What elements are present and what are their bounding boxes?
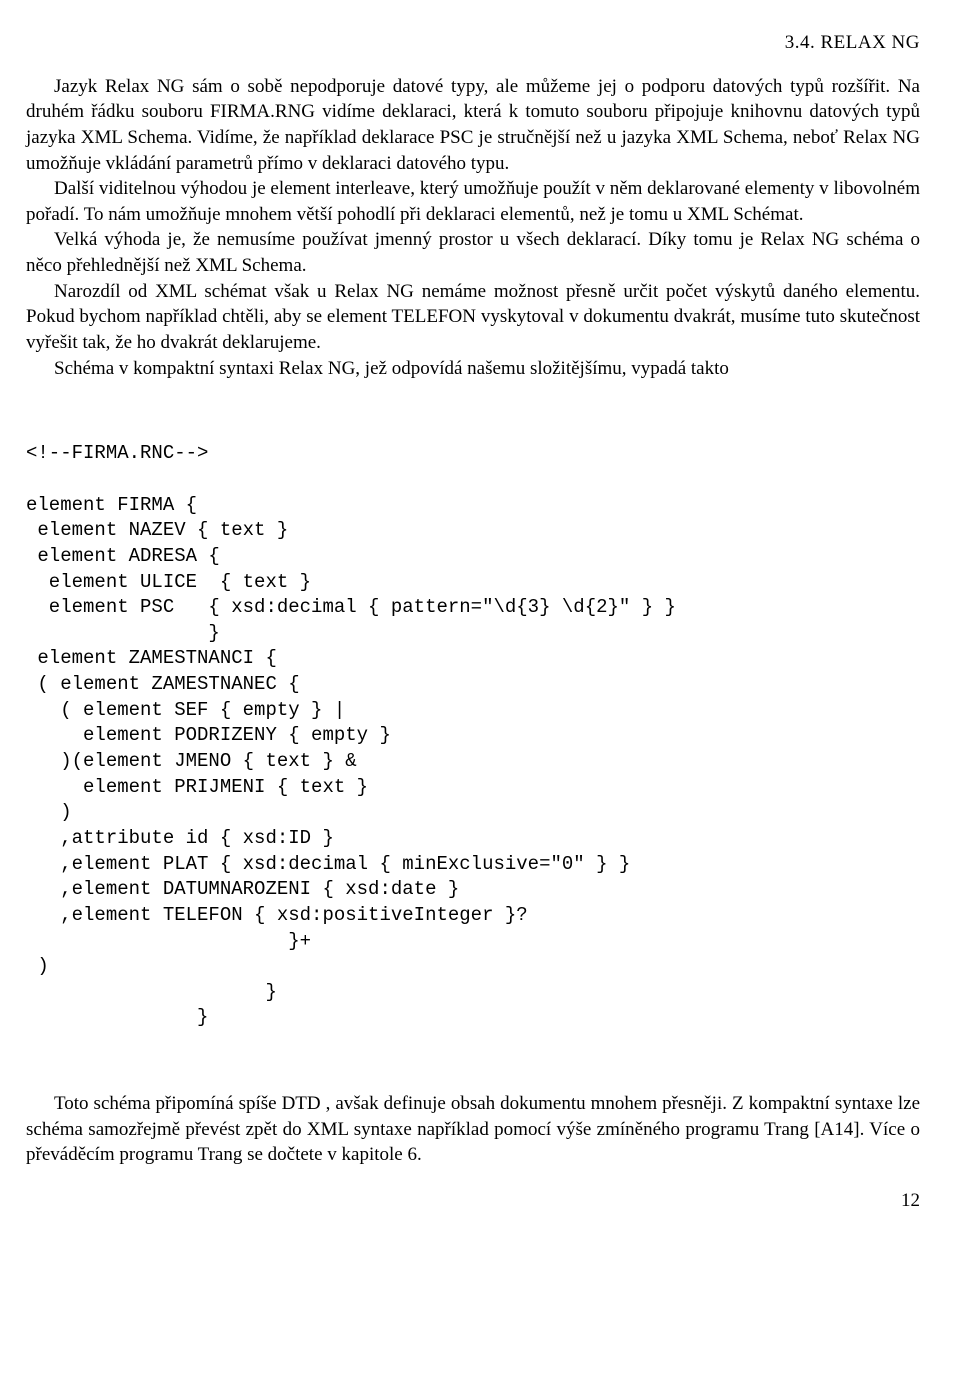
code-listing: <!--FIRMA.RNC--> element FIRMA { element…: [26, 441, 920, 1031]
paragraph-2-text: Další viditelnou výhodou je element inte…: [26, 178, 920, 225]
paragraph-4: Narozdíl od XML schémat však u Relax NG …: [26, 279, 920, 356]
paragraph-6-text: Toto schéma připomíná spíše DTD , avšak …: [26, 1093, 920, 1165]
paragraph-6: Toto schéma připomíná spíše DTD , avšak …: [26, 1091, 920, 1168]
paragraph-3: Velká výhoda je, že nemusíme používat jm…: [26, 227, 920, 278]
paragraph-1-text: Jazyk Relax NG sám o sobě nepodporuje da…: [26, 76, 920, 174]
paragraph-1: Jazyk Relax NG sám o sobě nepodporuje da…: [26, 74, 920, 177]
page-number: 12: [26, 1188, 920, 1214]
paragraph-4-text: Narozdíl od XML schémat však u Relax NG …: [26, 281, 920, 353]
paragraph-3-text: Velká výhoda je, že nemusíme používat jm…: [26, 229, 920, 276]
paragraph-2: Další viditelnou výhodou je element inte…: [26, 176, 920, 227]
paragraph-5: Schéma v kompaktní syntaxi Relax NG, jež…: [26, 356, 920, 382]
paragraph-5-text: Schéma v kompaktní syntaxi Relax NG, jež…: [54, 358, 729, 379]
section-header: 3.4. RELAX NG: [26, 30, 920, 56]
